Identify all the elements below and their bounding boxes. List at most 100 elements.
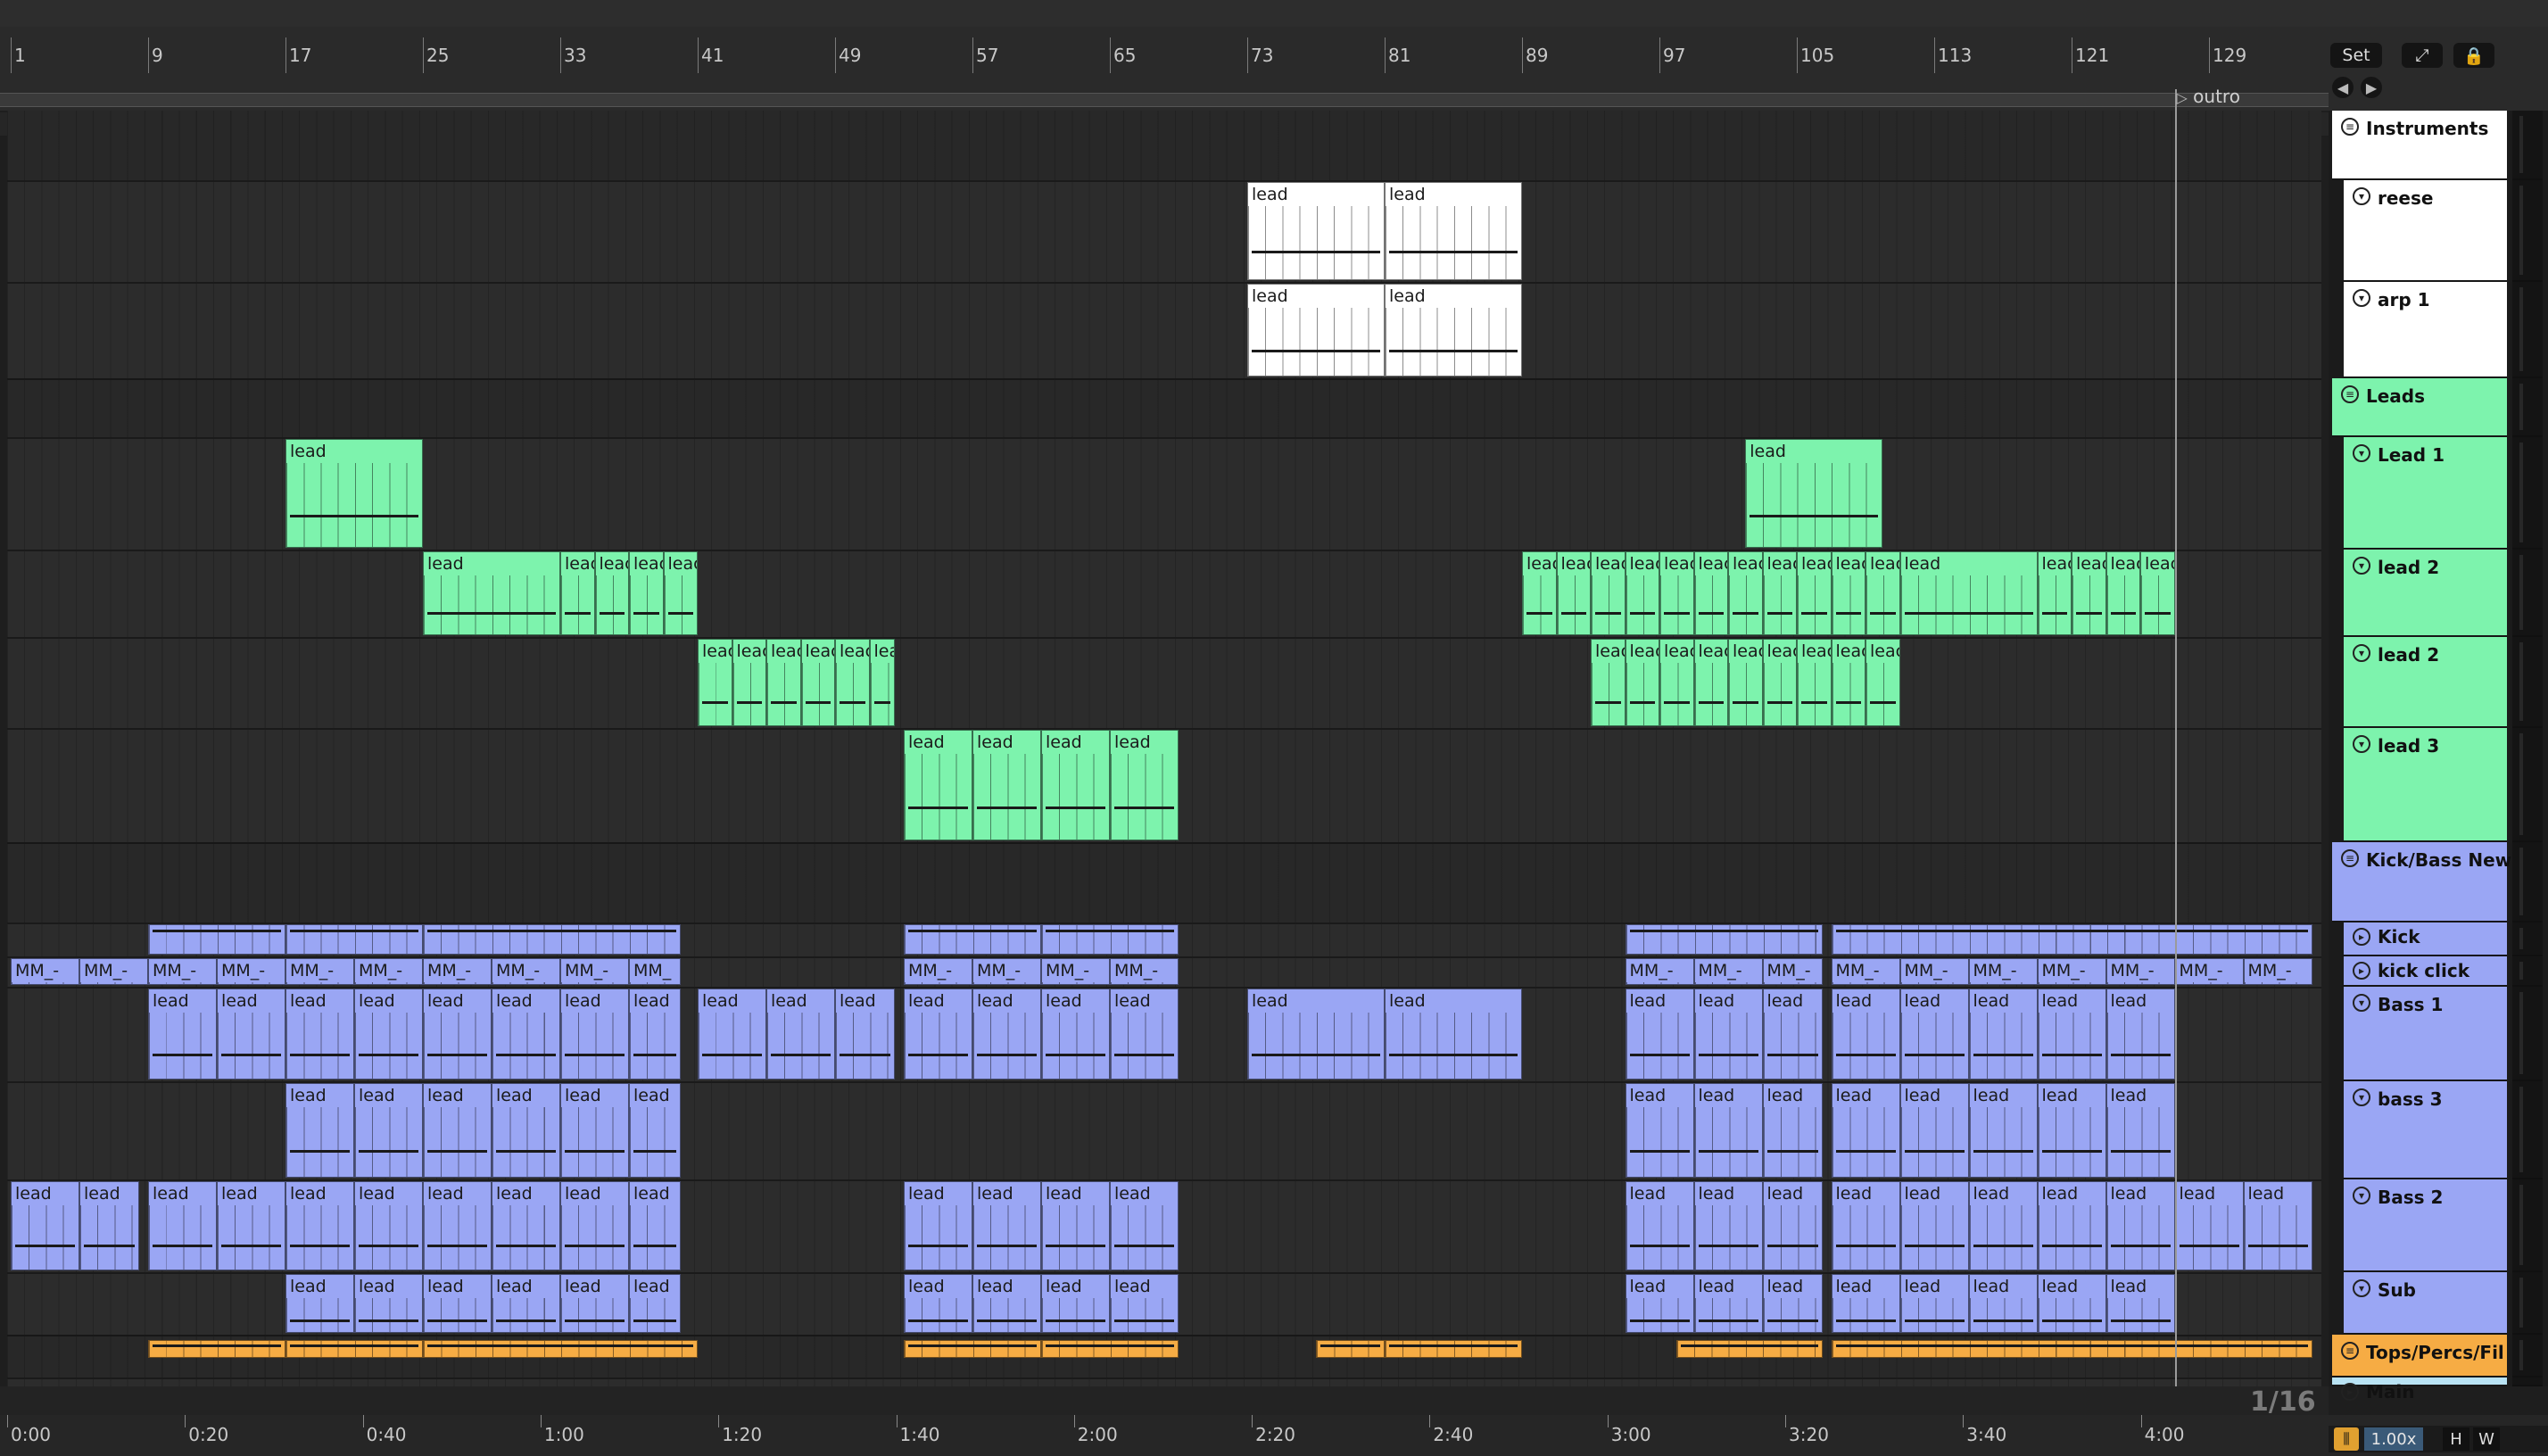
- zoom-level[interactable]: 1.00x: [2364, 1427, 2423, 1451]
- track-header[interactable]: ▾ Bass 1: [2341, 987, 2507, 1081]
- arrangement-clip[interactable]: leac: [766, 639, 801, 726]
- arrangement-clip[interactable]: MM_-: [354, 958, 423, 985]
- arrangement-clip[interactable]: lead: [423, 1083, 492, 1178]
- play-icon[interactable]: ▸: [2341, 1383, 2359, 1401]
- track-lane[interactable]: [7, 378, 2321, 439]
- arrangement-clip[interactable]: leac: [1728, 551, 1763, 635]
- arrangement-clip[interactable]: lead: [1041, 1181, 1110, 1270]
- arrangement-clip[interactable]: lead: [2037, 1083, 2106, 1178]
- arrangement-clip[interactable]: leac: [1659, 639, 1694, 726]
- fold-icon[interactable]: ▾: [2353, 644, 2370, 662]
- arrangement-clip[interactable]: lead: [1625, 1274, 1694, 1333]
- arrangement-clip[interactable]: lead: [1745, 439, 1883, 548]
- arrangement-clip[interactable]: leac: [1728, 639, 1763, 726]
- lock-button[interactable]: 🔒: [2453, 43, 2494, 68]
- expand-button[interactable]: ⤢: [2402, 43, 2443, 68]
- arrangement-clip[interactable]: [1041, 924, 1179, 955]
- arrangement-clip[interactable]: lead: [1693, 1274, 1763, 1333]
- track-lane[interactable]: [7, 111, 2321, 182]
- arrangement-clip[interactable]: MM_-: [1110, 958, 1179, 985]
- arrangement-clip[interactable]: lead: [1041, 989, 1110, 1080]
- fold-icon[interactable]: ▾: [2353, 289, 2370, 307]
- track-header[interactable]: ▾ Bass 2: [2341, 1179, 2507, 1272]
- fold-icon[interactable]: ▾: [2353, 557, 2370, 575]
- arrangement-clip[interactable]: lead: [972, 730, 1041, 840]
- track-header[interactable]: ▾ bass 3: [2341, 1081, 2507, 1179]
- arrangement-clip[interactable]: [423, 1340, 698, 1358]
- arrangement-clip[interactable]: lead: [1831, 1274, 1900, 1333]
- arrangement-clip[interactable]: [1831, 1340, 2312, 1358]
- arrangement-clip[interactable]: lead: [972, 989, 1041, 1080]
- arrangement-clip[interactable]: lead: [492, 1181, 560, 1270]
- arrangement-clip[interactable]: MM_-: [2174, 958, 2244, 985]
- arrangement-clip[interactable]: [904, 1340, 1041, 1358]
- arrangement-clip[interactable]: lead: [1041, 1274, 1110, 1333]
- arrangement-clip[interactable]: lead: [285, 1274, 354, 1333]
- beat-time-ruler[interactable]: 1 9 17 25 33 41 49 57 65 73 81 89 97 105 113 121 129: [0, 27, 2548, 136]
- arrangement-clip[interactable]: lead: [2105, 1181, 2175, 1270]
- arrangement-clip[interactable]: lead: [1625, 1181, 1694, 1270]
- arrangement-clip[interactable]: MM_-: [79, 958, 148, 985]
- arrangement-clip[interactable]: lead: [2105, 989, 2175, 1080]
- arrangement-clip[interactable]: lead: [1110, 989, 1179, 1080]
- track-header[interactable]: ≡ Tops/Percs/Fil: [2332, 1335, 2507, 1377]
- track-header[interactable]: ▾ lead 3: [2341, 728, 2507, 842]
- arrangement-clip[interactable]: MM_-: [972, 958, 1041, 985]
- next-locator-button[interactable]: ▶: [2361, 77, 2382, 98]
- arrangement-clip[interactable]: leac: [698, 639, 732, 726]
- arrangement-clip[interactable]: MM_-: [2105, 958, 2175, 985]
- arrangement-clip[interactable]: leac: [1591, 639, 1626, 726]
- arrangement-clip[interactable]: lead: [285, 439, 423, 548]
- arrangement-clip[interactable]: [1831, 924, 2312, 955]
- group-icon[interactable]: ≡: [2341, 385, 2359, 403]
- arrangement-clip[interactable]: lead: [285, 1083, 354, 1178]
- arrangement-clip[interactable]: [1676, 1340, 1823, 1358]
- arrangement-clip[interactable]: lead: [1831, 1083, 1900, 1178]
- arrangement-clip[interactable]: lead: [1899, 989, 1969, 1080]
- track-header[interactable]: ▾ Sub: [2341, 1272, 2507, 1335]
- follow-icon[interactable]: ⫼: [2334, 1427, 2359, 1451]
- arrangement-clip[interactable]: lead: [423, 989, 492, 1080]
- outro-locator-label[interactable]: ▷ outro: [2177, 86, 2240, 107]
- arrangement-clip[interactable]: lead: [1762, 989, 1823, 1080]
- arrangement-clip[interactable]: lead: [354, 1083, 423, 1178]
- arrangement-clip[interactable]: [285, 924, 423, 955]
- arrangement-clip[interactable]: lead: [904, 730, 972, 840]
- arrangement-clip[interactable]: lead: [629, 1274, 681, 1333]
- arrangement-clip[interactable]: lead: [629, 989, 681, 1080]
- arrangement-view[interactable]: leadleadleadleadleadleadleadleacleacleac…: [7, 111, 2321, 1386]
- arrangement-clip[interactable]: lead: [2037, 1274, 2106, 1333]
- w-toggle-button[interactable]: W: [2473, 1427, 2500, 1451]
- arrangement-clip[interactable]: leac: [1797, 551, 1832, 635]
- arrangement-clip[interactable]: MM_-: [1831, 958, 1900, 985]
- arrangement-clip[interactable]: leac: [2105, 551, 2140, 635]
- arrangement-clip[interactable]: leac: [1762, 639, 1797, 726]
- group-icon[interactable]: ≡: [2341, 849, 2359, 867]
- arrangement-clip[interactable]: lead: [904, 1274, 972, 1333]
- arrangement-clip[interactable]: leac: [2037, 551, 2072, 635]
- group-icon[interactable]: ≡: [2341, 1342, 2359, 1360]
- arrangement-clip[interactable]: lead: [835, 989, 896, 1080]
- arrangement-clip[interactable]: lead: [11, 1181, 79, 1270]
- arrangement-clip[interactable]: lead: [423, 1274, 492, 1333]
- arrangement-clip[interactable]: lead: [698, 989, 766, 1080]
- arrangement-clip[interactable]: lead: [1693, 1181, 1763, 1270]
- arrangement-clip[interactable]: lead: [1968, 1181, 2038, 1270]
- arrangement-clip[interactable]: lead: [904, 1181, 972, 1270]
- arrangement-clip[interactable]: leac: [1762, 551, 1797, 635]
- arrangement-clip[interactable]: lead: [354, 1181, 423, 1270]
- arrangement-clip[interactable]: leac: [1693, 551, 1728, 635]
- arrangement-clip[interactable]: MM_-: [285, 958, 354, 985]
- arrangement-clip[interactable]: lead: [1693, 989, 1763, 1080]
- arrangement-clip[interactable]: lead: [2243, 1181, 2312, 1270]
- track-lane[interactable]: [7, 637, 2321, 730]
- arrangement-clip[interactable]: lead: [1762, 1181, 1823, 1270]
- fold-icon[interactable]: ▾: [2353, 187, 2370, 205]
- arrangement-clip[interactable]: MM_-: [423, 958, 492, 985]
- arrangement-clip[interactable]: lead: [1762, 1274, 1823, 1333]
- time-ruler[interactable]: 0:00 0:20 0:40 1:00 1:20 1:40 2:00 2:20 2:40 3:00…: [0, 1415, 2548, 1456]
- arrangement-clip[interactable]: lead: [560, 1083, 629, 1178]
- arrangement-clip[interactable]: lead: [148, 989, 217, 1080]
- arrangement-clip[interactable]: lead: [766, 989, 835, 1080]
- arrangement-clip[interactable]: lead: [354, 1274, 423, 1333]
